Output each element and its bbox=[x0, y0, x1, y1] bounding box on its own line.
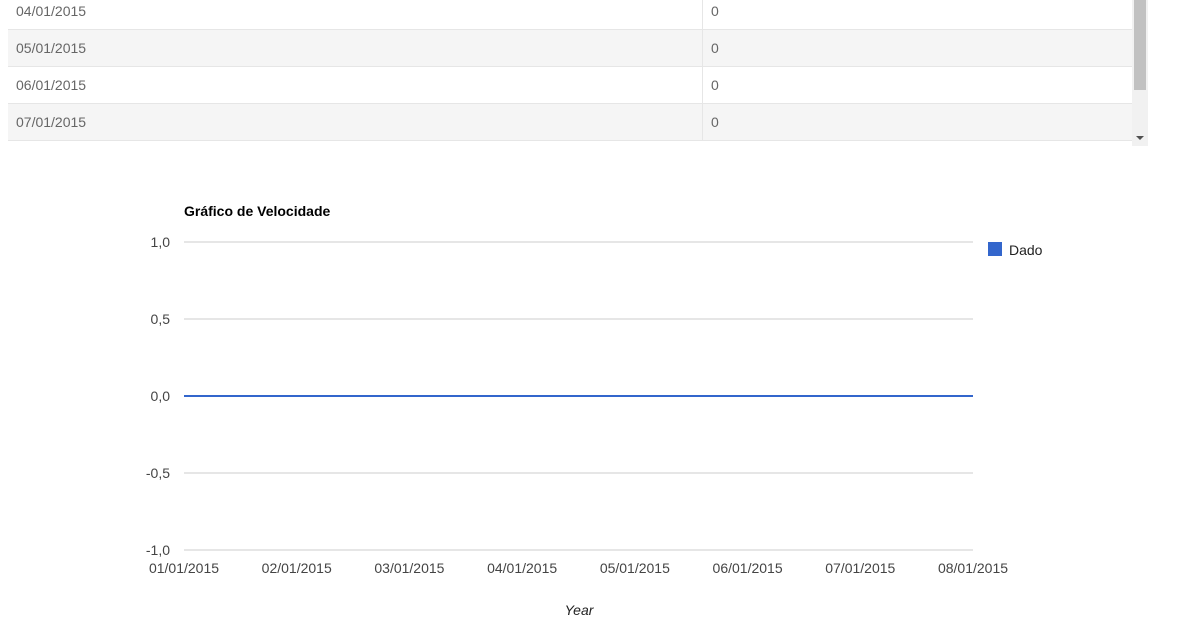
page: 04/01/2015 0 05/01/2015 0 06/01/2015 0 0… bbox=[0, 0, 1183, 631]
y-tick-label: 0,0 bbox=[151, 388, 171, 404]
legend-label-dado: Dado bbox=[1009, 242, 1043, 258]
x-tick-label: 04/01/2015 bbox=[487, 560, 557, 576]
y-tick-label: -1,0 bbox=[146, 542, 170, 558]
x-tick-label: 03/01/2015 bbox=[374, 560, 444, 576]
y-tick-label: 0,5 bbox=[151, 311, 171, 327]
x-tick-label: 06/01/2015 bbox=[713, 560, 783, 576]
velocity-chart: Gráfico de Velocidade 1,00,50,0-0,5-1,0 … bbox=[146, 203, 1043, 618]
x-tick-label: 05/01/2015 bbox=[600, 560, 670, 576]
y-tick-label: 1,0 bbox=[151, 234, 171, 250]
y-tick-label: -0,5 bbox=[146, 465, 170, 481]
legend-swatch-dado bbox=[988, 242, 1002, 256]
x-axis-ticks: 01/01/2015 02/01/2015 03/01/2015 04/01/2015… bbox=[149, 560, 1008, 576]
x-tick-label: 07/01/2015 bbox=[825, 560, 895, 576]
y-axis-ticks: 1,0 0,5 0,0 -0,5 -1,0 bbox=[146, 234, 170, 558]
x-tick-label: 02/01/2015 bbox=[262, 560, 332, 576]
chart-legend[interactable]: Dado bbox=[988, 242, 1043, 258]
x-tick-label: 01/01/2015 bbox=[149, 560, 219, 576]
x-tick-label: 08/01/2015 bbox=[938, 560, 1008, 576]
x-axis-title: Year bbox=[565, 602, 595, 618]
chart-title: Gráfico de Velocidade bbox=[184, 203, 330, 219]
